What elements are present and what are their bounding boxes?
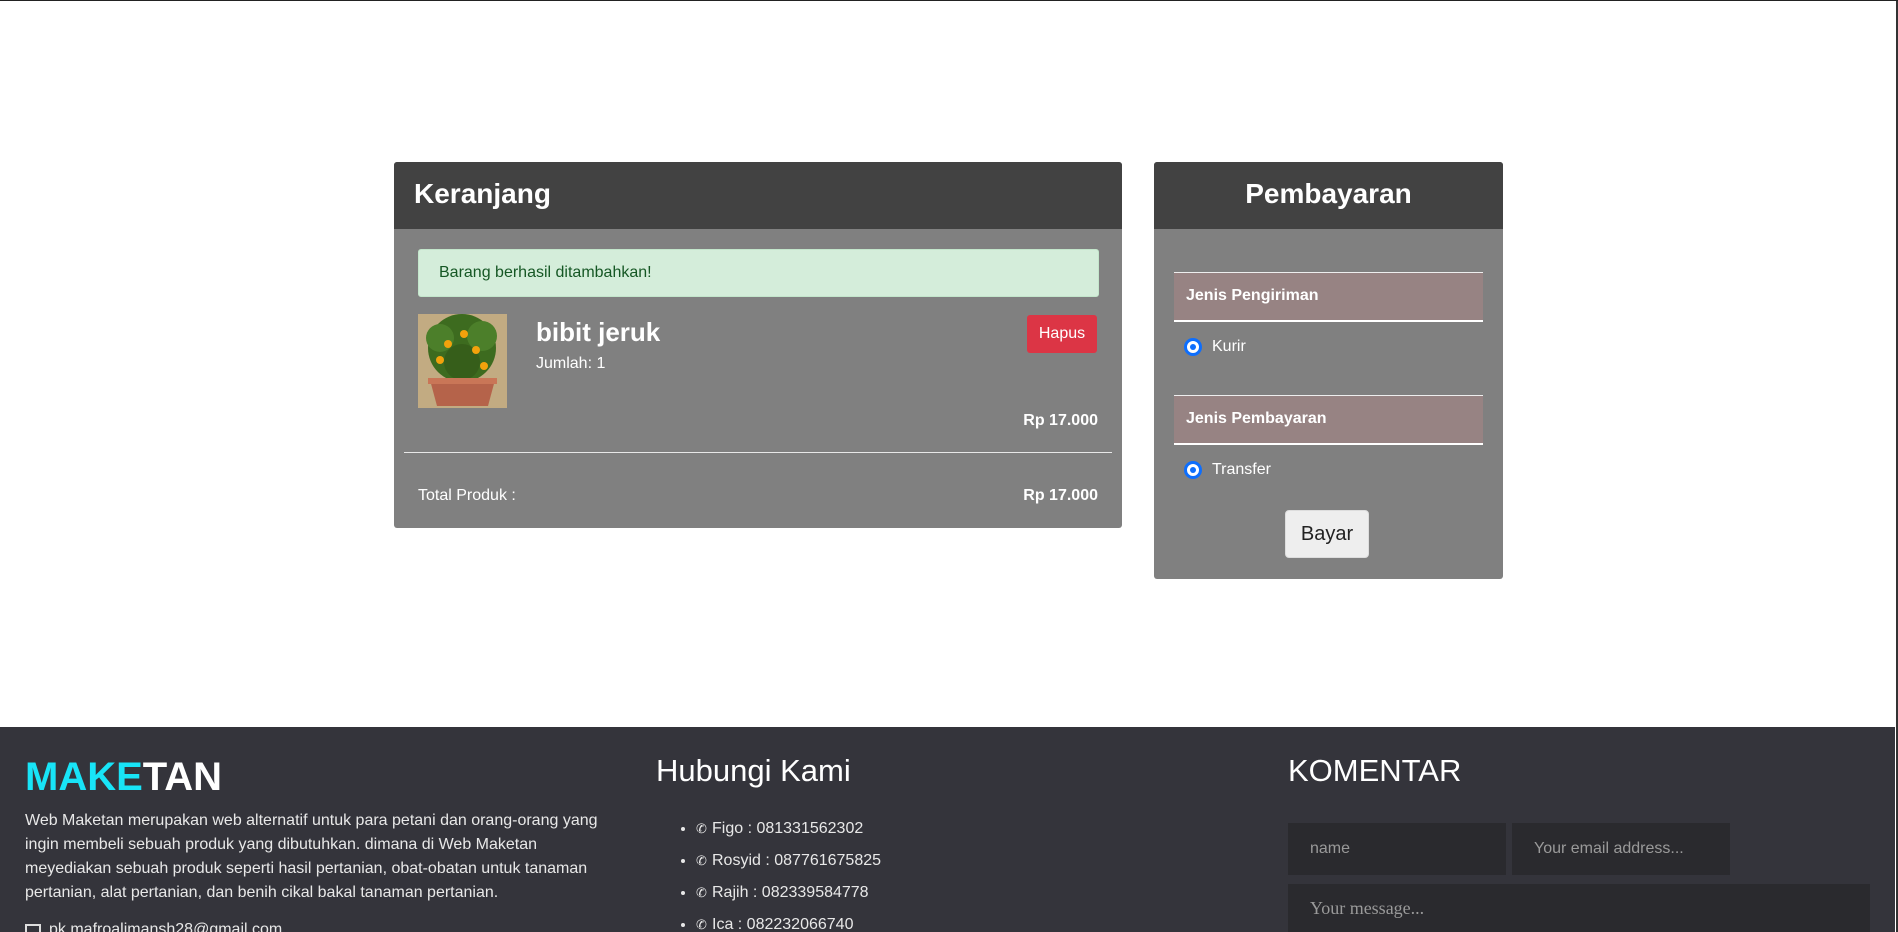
list-item: ✆ Rosyid : 087761675825	[696, 852, 881, 884]
total-value: Rp 17.000	[1023, 487, 1098, 504]
contact-text: Ica : 082232066740	[712, 916, 854, 932]
contact-text: Rajih : 082339584778	[712, 884, 869, 901]
cart-card: Keranjang Barang berhasil ditambahkan! b…	[394, 162, 1122, 528]
payment-title: Pembayaran	[1154, 162, 1503, 229]
shipping-option-label: Kurir	[1212, 338, 1246, 355]
payment-card: Pembayaran Jenis Pengiriman Kurir Jenis …	[1154, 162, 1503, 579]
payment-option-transfer[interactable]: Transfer	[1184, 461, 1271, 479]
product-image	[418, 314, 507, 408]
shipping-heading: Jenis Pengiriman	[1174, 272, 1483, 322]
list-item: ✆ Figo : 081331562302	[696, 820, 881, 852]
cart-divider	[404, 452, 1112, 453]
list-item: ✆ Ica : 082232066740	[696, 916, 881, 932]
brand-logo: MAKETAN	[25, 755, 222, 800]
phone-icon: ✆	[696, 821, 707, 836]
shipping-option-kurir[interactable]: Kurir	[1184, 338, 1246, 356]
pay-button[interactable]: Bayar	[1285, 510, 1369, 558]
comment-title: KOMENTAR	[1288, 753, 1462, 788]
message-input[interactable]	[1288, 884, 1870, 932]
email-contact: pk.mafroalimansh28@gmail.com	[25, 921, 282, 932]
payment-method-heading: Jenis Pembayaran	[1174, 395, 1483, 445]
phone-icon: ✆	[696, 853, 707, 868]
total-label: Total Produk :	[418, 487, 516, 504]
product-name: bibit jeruk	[536, 317, 661, 347]
email-text: pk.mafroalimansh28@gmail.com	[49, 921, 283, 932]
name-input[interactable]	[1288, 823, 1506, 875]
brand-part-1: MAKE	[25, 755, 143, 799]
about-text: Web Maketan merupakan web alternatif unt…	[25, 812, 598, 901]
delete-button[interactable]: Hapus	[1027, 315, 1097, 353]
success-alert: Barang berhasil ditambahkan!	[418, 249, 1099, 297]
footer: MAKETAN Web Maketan merupakan web altern…	[0, 727, 1895, 932]
phone-icon: ✆	[696, 885, 707, 900]
payment-option-label: Transfer	[1212, 461, 1271, 478]
contact-text: Figo : 081331562302	[712, 820, 864, 837]
radio-selected-icon[interactable]	[1184, 461, 1202, 479]
product-price: Rp 17.000	[1023, 412, 1098, 429]
contact-list: ✆ Figo : 081331562302 ✆ Rosyid : 087761675…	[696, 820, 881, 932]
phone-icon: ✆	[696, 917, 707, 932]
email-input[interactable]	[1512, 823, 1730, 875]
contact-text: Rosyid : 087761675825	[712, 852, 882, 869]
product-quantity: Jumlah: 1	[536, 355, 606, 372]
brand-part-2: TAN	[142, 755, 223, 799]
contact-title: Hubungi Kami	[656, 753, 851, 788]
radio-selected-icon[interactable]	[1184, 338, 1202, 356]
list-item: ✆ Rajih : 082339584778	[696, 884, 881, 916]
cart-title: Keranjang	[394, 162, 1122, 229]
